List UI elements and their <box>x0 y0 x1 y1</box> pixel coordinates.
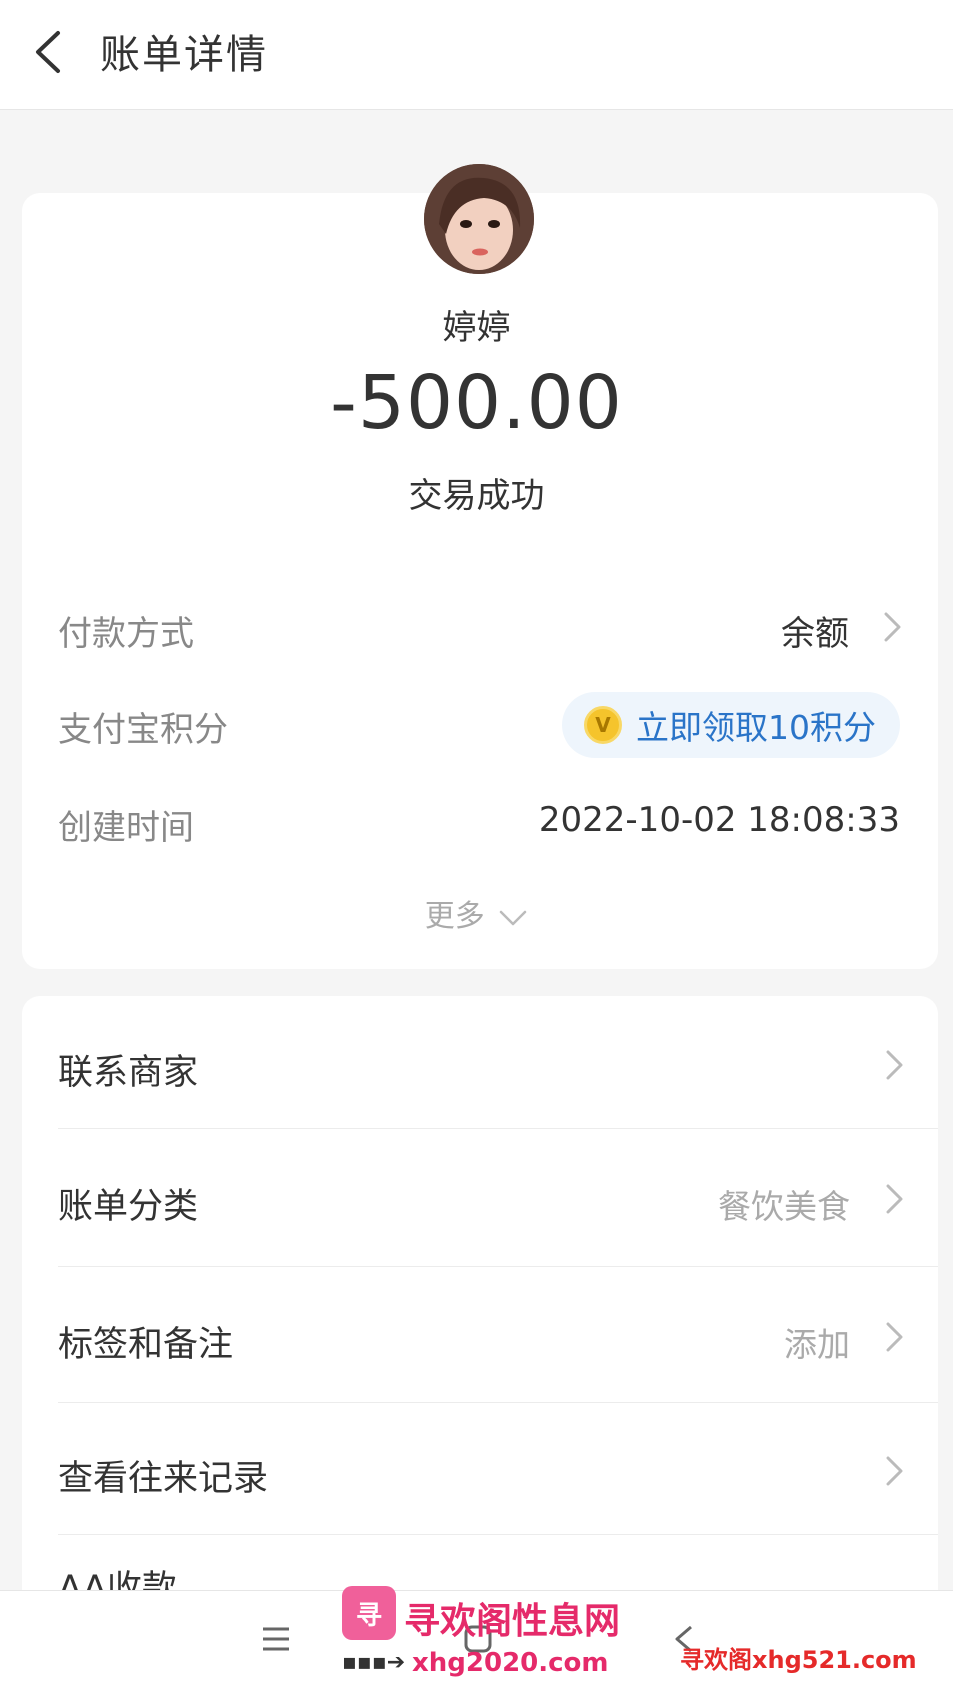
divider <box>58 1266 938 1267</box>
tags-notes-row[interactable]: 标签和备注 添加 <box>22 1272 938 1402</box>
watermark-site-name: 寻欢阁性息网 <box>404 1600 621 1642</box>
claim-points-button[interactable]: V 立即领取10积分 <box>562 692 900 758</box>
tags-notes-label: 标签和备注 <box>58 1325 234 1365</box>
claim-points-text: 立即领取10积分 <box>636 708 876 747</box>
watermark-right-text: 寻欢阁xhg521.com <box>680 1646 917 1674</box>
divider <box>58 1534 938 1535</box>
page-title: 账单详情 <box>100 32 268 78</box>
divider <box>58 1128 938 1129</box>
chevron-right-icon <box>886 1184 903 1214</box>
avatar-image <box>424 164 534 274</box>
aa-collect-row[interactable]: AA收款 <box>22 1540 938 1590</box>
created-time-label: 创建时间 <box>58 808 194 848</box>
created-time-value: 2022-10-02 18:08:33 <box>538 800 900 840</box>
payment-method-label: 付款方式 <box>58 614 194 654</box>
transaction-amount: -500.00 <box>330 360 623 446</box>
chevron-right-icon <box>886 1322 903 1352</box>
menu-icon <box>263 1627 289 1651</box>
watermark-logo: 寻 <box>342 1586 396 1640</box>
divider <box>58 1402 938 1403</box>
more-label: 更多 <box>424 899 485 934</box>
bill-category-row[interactable]: 账单分类 餐饮美食 <box>22 1134 938 1264</box>
tags-notes-value: 添加 <box>784 1325 850 1364</box>
watermark-domain: xhg2020.com <box>412 1648 609 1678</box>
bill-category-label: 账单分类 <box>58 1187 199 1227</box>
chevron-down-icon <box>500 910 527 925</box>
payee-name: 婷婷 <box>442 308 511 348</box>
coin-icon: V <box>584 706 622 744</box>
view-history-label: 查看往来记录 <box>58 1459 269 1499</box>
watermark-arrow-icon: ▪▪▪➔ <box>342 1650 406 1675</box>
more-toggle[interactable]: 更多 <box>0 891 953 935</box>
points-label: 支付宝积分 <box>58 710 228 750</box>
bill-category-value: 餐饮美食 <box>718 1187 850 1226</box>
chevron-right-icon[interactable] <box>882 610 904 644</box>
chevron-right-icon <box>886 1050 903 1080</box>
top-nav-bar: 账单详情 <box>0 0 953 110</box>
transaction-status: 交易成功 <box>408 476 545 516</box>
aa-collect-label: AA收款 <box>58 1569 177 1590</box>
contact-merchant-row[interactable]: 联系商家 <box>22 1000 938 1130</box>
payment-method-value[interactable]: 余额 <box>781 606 849 655</box>
menu-button[interactable] <box>246 1613 306 1665</box>
chevron-right-icon <box>886 1456 903 1486</box>
chevron-left-icon <box>36 31 60 73</box>
back-button[interactable] <box>22 24 72 80</box>
contact-merchant-label: 联系商家 <box>58 1053 199 1093</box>
avatar[interactable] <box>424 164 534 274</box>
view-history-row[interactable]: 查看往来记录 <box>22 1406 938 1536</box>
